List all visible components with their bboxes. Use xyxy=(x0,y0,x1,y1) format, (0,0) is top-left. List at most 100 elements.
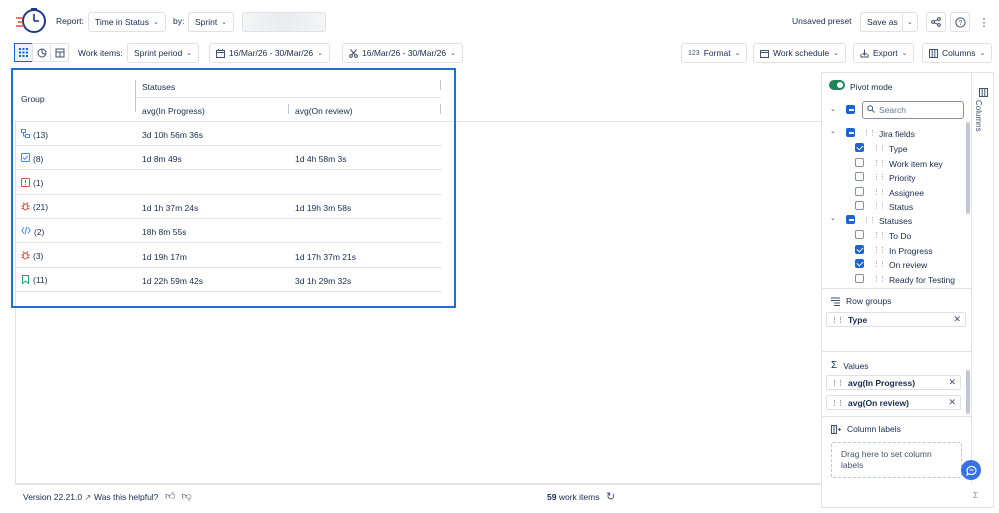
column-checkbox[interactable] xyxy=(855,230,864,239)
value-pill[interactable]: ⋮⋮ avg(On review) ✕ xyxy=(826,395,961,410)
external-link-icon: ↗ xyxy=(84,493,92,502)
values-scrollbar[interactable] xyxy=(966,370,970,414)
tree-group-statuses[interactable]: Statuses xyxy=(879,216,912,226)
pie-chart-icon xyxy=(37,48,46,57)
chevron-down-icon[interactable]: ⌄ xyxy=(830,127,836,135)
column-checkbox[interactable] xyxy=(855,259,864,268)
pivot-mode-label: Pivot mode xyxy=(850,82,893,92)
tree-group-jira-fields[interactable]: Jira fields xyxy=(879,129,915,139)
drag-handle-icon[interactable]: ⋮⋮ xyxy=(873,202,886,210)
refresh-icon[interactable]: ↻ xyxy=(606,490,615,503)
drag-handle-icon[interactable]: ⋮⋮ xyxy=(873,260,886,268)
remove-icon[interactable]: ✕ xyxy=(953,314,961,325)
chevron-down-icon: ⌄ xyxy=(734,50,741,57)
remove-icon[interactable]: ✕ xyxy=(948,397,956,408)
sprint-period-select[interactable]: Sprint period ⌄ xyxy=(127,43,200,63)
column-checkbox[interactable] xyxy=(855,186,864,196)
column-checkbox[interactable] xyxy=(855,172,864,181)
thumbs-up-icon[interactable]: 👍︎ xyxy=(165,490,175,502)
grid-view-button[interactable] xyxy=(14,43,33,62)
share-icon xyxy=(931,17,941,27)
chart-view-button[interactable] xyxy=(32,43,51,62)
layout-view-button[interactable] xyxy=(50,43,69,62)
column-labels-drop-zone[interactable]: Drag here to set column labels xyxy=(831,442,962,478)
drag-handle-icon[interactable]: ⋮⋮ xyxy=(873,188,886,196)
column-checkbox[interactable] xyxy=(855,244,864,254)
tree-item[interactable]: Priority xyxy=(889,173,915,183)
drag-handle-icon[interactable]: ⋮⋮ xyxy=(831,399,844,407)
tree-item[interactable]: On review xyxy=(889,260,927,270)
group-by-select[interactable]: Sprint ⌄ xyxy=(188,12,235,32)
date-range-select[interactable]: 16/Mar/26 - 30/Mar/26 ⌄ xyxy=(209,43,330,63)
column-search-input[interactable]: Search xyxy=(862,101,964,119)
column-checkbox[interactable] xyxy=(855,273,864,283)
help-icon: ? xyxy=(954,16,966,28)
chevron-down-icon[interactable]: ⌄ xyxy=(830,105,836,113)
chevron-down-icon[interactable]: ⌄ xyxy=(830,214,836,222)
tree-item[interactable]: Status xyxy=(889,202,913,212)
selection-highlight xyxy=(11,68,456,308)
report-type-select[interactable]: Time in Status ⌄ xyxy=(88,12,166,32)
columns-icon xyxy=(929,48,938,58)
columns-icon xyxy=(979,88,988,97)
drag-handle-icon[interactable]: ⋮⋮ xyxy=(831,316,844,324)
scissors-icon xyxy=(349,48,358,58)
drag-handle-icon[interactable]: ⋮⋮ xyxy=(873,159,886,167)
help-button[interactable]: ? xyxy=(950,12,970,32)
tree-item[interactable]: To Do xyxy=(889,231,911,241)
chevron-down-icon: ⌄ xyxy=(907,19,913,26)
drag-handle-icon[interactable]: ⋮⋮ xyxy=(863,216,876,224)
chevron-down-icon: ⌄ xyxy=(901,50,908,57)
work-schedule-button[interactable]: Work schedule ⌄ xyxy=(753,43,846,63)
search-placeholder: Search xyxy=(879,105,906,115)
export-icon xyxy=(860,49,869,57)
date-range-value: 16/Mar/26 - 30/Mar/26 xyxy=(229,48,314,58)
save-as-button[interactable]: Save as xyxy=(860,12,905,32)
drag-handle-icon[interactable]: ⋮⋮ xyxy=(831,379,844,387)
date-filter-select[interactable]: 16/Mar/26 - 30/Mar/26 ⌄ xyxy=(342,43,463,63)
tree-item[interactable]: In Progress xyxy=(889,246,932,256)
drag-handle-icon[interactable]: ⋮⋮ xyxy=(873,246,886,254)
column-checkbox[interactable] xyxy=(855,143,864,152)
save-as-dropdown-button[interactable]: ⌄ xyxy=(902,12,918,32)
version-link[interactable]: Version 22.21.0 ↗ xyxy=(23,492,91,502)
row-group-pill[interactable]: ⋮⋮ Type ✕ xyxy=(826,312,966,327)
chevron-down-icon: ⌄ xyxy=(221,19,228,26)
format-button[interactable]: 123 Format ⌄ xyxy=(681,43,748,63)
tree-item[interactable]: Ready for Testing xyxy=(889,275,955,285)
value-pill[interactable]: ⋮⋮ avg(In Progress) ✕ xyxy=(826,375,961,390)
column-tree-scrollbar[interactable] xyxy=(966,122,970,214)
tree-item[interactable]: Work item key xyxy=(889,159,943,169)
remove-icon[interactable]: ✕ xyxy=(948,377,956,388)
columns-button[interactable]: Columns ⌄ xyxy=(922,43,993,63)
drag-handle-icon[interactable]: ⋮⋮ xyxy=(873,275,886,283)
row-groups-label: Row groups xyxy=(846,296,892,306)
chevron-down-icon: ⌄ xyxy=(833,50,839,57)
drag-handle-icon[interactable]: ⋮⋮ xyxy=(873,173,886,181)
thumbs-down-icon[interactable]: 👎︎ xyxy=(181,490,191,502)
jira-fields-checkbox[interactable] xyxy=(846,128,855,137)
drag-handle-icon[interactable]: ⋮⋮ xyxy=(863,129,876,137)
chat-button[interactable] xyxy=(961,460,981,480)
more-vertical-icon: ⋮ xyxy=(978,16,990,29)
export-button[interactable]: Export ⌄ xyxy=(853,43,915,63)
pivot-mode-toggle[interactable] xyxy=(829,80,845,90)
values-label: Values xyxy=(843,360,869,371)
chevron-down-icon: ⌄ xyxy=(979,50,986,57)
tab-columns[interactable]: Columns xyxy=(974,100,983,132)
more-actions-button[interactable]: ⋮ xyxy=(974,12,994,32)
share-button[interactable] xyxy=(926,12,946,32)
drag-handle-icon[interactable]: ⋮⋮ xyxy=(873,144,886,152)
select-all-checkbox[interactable] xyxy=(846,105,855,114)
columns-label: Columns xyxy=(942,48,976,58)
column-checkbox[interactable] xyxy=(855,201,864,210)
tree-item[interactable]: Assignee xyxy=(889,188,924,198)
column-checkbox[interactable] xyxy=(855,157,864,167)
view-switcher xyxy=(14,43,69,62)
grid-icon xyxy=(19,48,28,57)
svg-text:?: ? xyxy=(958,20,962,27)
report-name-field[interactable] xyxy=(242,12,326,32)
drag-handle-icon[interactable]: ⋮⋮ xyxy=(873,231,886,239)
tree-item[interactable]: Type xyxy=(889,144,907,154)
statuses-checkbox[interactable] xyxy=(846,215,855,224)
